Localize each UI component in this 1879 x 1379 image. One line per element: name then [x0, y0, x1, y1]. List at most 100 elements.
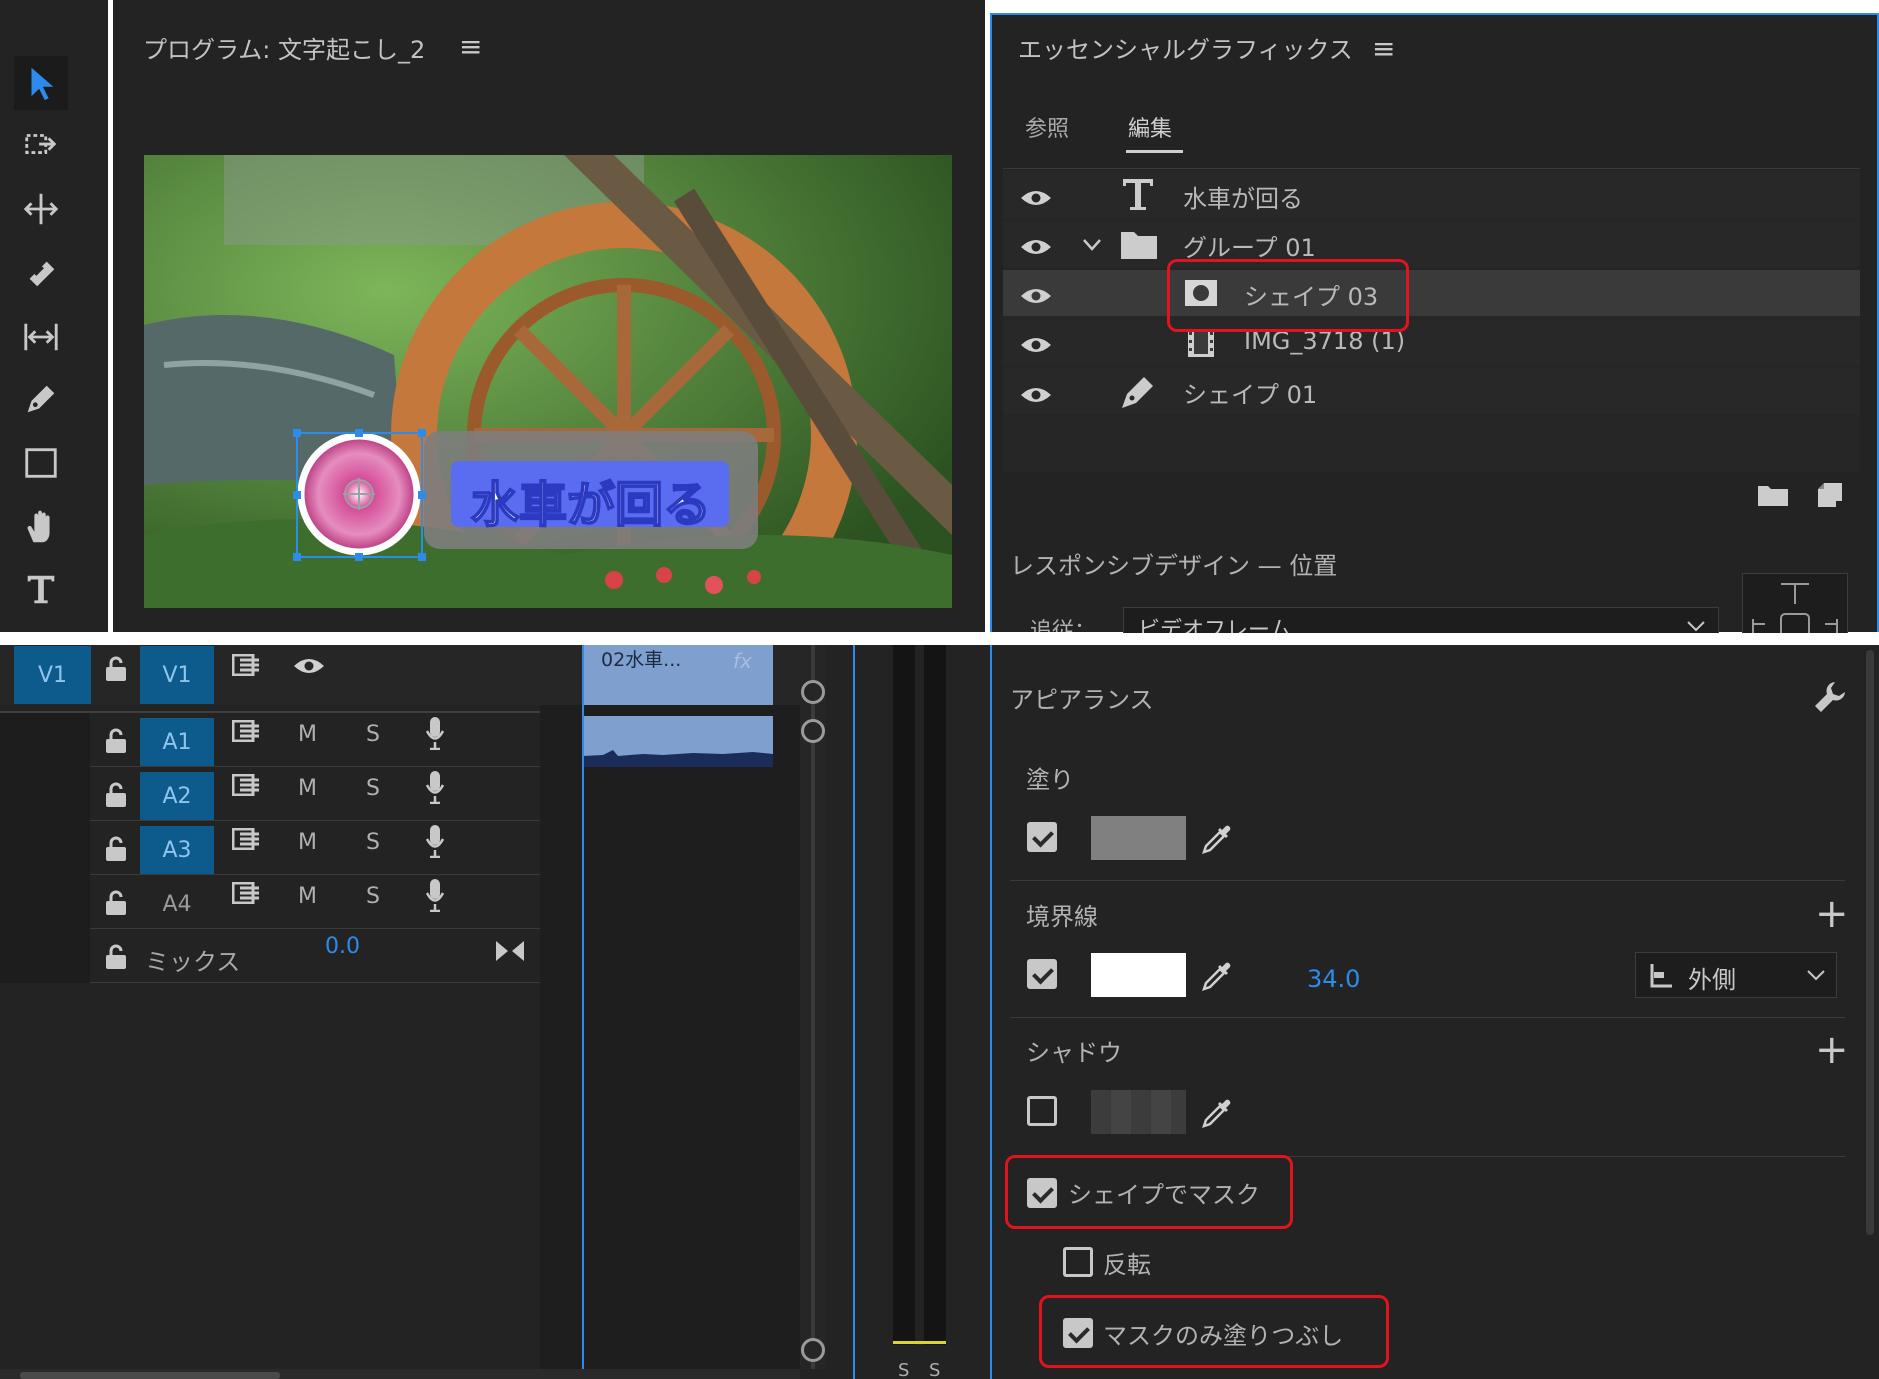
fill-label: 塗り: [1026, 766, 1074, 794]
tab-edit[interactable]: 編集: [1128, 111, 1172, 143]
eye-icon[interactable]: [1020, 237, 1052, 257]
target-track-v1[interactable]: V1: [140, 646, 214, 704]
audio-meter-right: [924, 645, 946, 1345]
layer-label-text: 水車が回る: [1183, 185, 1303, 213]
eyedropper-icon[interactable]: [1200, 1096, 1234, 1130]
shadow-color-swatch[interactable]: [1091, 1090, 1186, 1134]
essential-menu-icon[interactable]: ≡: [1372, 32, 1395, 65]
stroke-position-dropdown[interactable]: 外側: [1635, 952, 1837, 998]
new-group-folder-icon[interactable]: [1757, 483, 1789, 507]
chevron-down-icon: [1687, 621, 1705, 632]
sync-lock-icon[interactable]: [232, 654, 260, 676]
lock-icon[interactable]: [105, 836, 127, 862]
fill-checkbox[interactable]: [1027, 822, 1057, 852]
solo-button[interactable]: S: [366, 722, 380, 747]
fill-color-swatch[interactable]: [1091, 816, 1186, 860]
lock-icon[interactable]: [105, 890, 127, 916]
selection-tool-icon[interactable]: [14, 56, 68, 110]
eye-icon[interactable]: [1020, 385, 1052, 405]
microphone-icon[interactable]: [425, 770, 445, 804]
solo-button[interactable]: S: [366, 776, 380, 801]
mute-button[interactable]: M: [298, 830, 317, 855]
type-tool-icon[interactable]: [14, 562, 68, 616]
mix-value[interactable]: 0.0: [325, 934, 360, 959]
chevron-down-icon[interactable]: [1082, 238, 1102, 252]
eye-icon[interactable]: [1020, 286, 1052, 306]
sync-lock-icon[interactable]: [232, 828, 260, 850]
shadow-label: シャドウ: [1026, 1039, 1122, 1067]
layer-label-group: グループ 01: [1183, 234, 1316, 262]
solo-button[interactable]: S: [366, 884, 380, 909]
slip-tool-icon[interactable]: [14, 310, 68, 364]
invert-checkbox[interactable]: [1063, 1247, 1093, 1277]
tab-edit-underline: [1126, 150, 1183, 153]
video-clip-label: 02水車...: [601, 649, 682, 671]
microphone-icon[interactable]: [425, 824, 445, 858]
solo-button[interactable]: S: [366, 830, 380, 855]
pin-position-widget[interactable]: [1742, 573, 1848, 633]
meter-solo-right[interactable]: S: [929, 1360, 940, 1379]
tab-browse[interactable]: 参照: [1025, 111, 1069, 143]
text-layer-icon: [1123, 179, 1153, 210]
mute-button[interactable]: M: [298, 776, 317, 801]
eye-icon[interactable]: [293, 656, 325, 676]
layer-row-image[interactable]: [1003, 319, 1860, 365]
layer-row-shape03[interactable]: [1003, 270, 1860, 316]
video-frame[interactable]: 水車が回る: [144, 155, 952, 608]
ripple-edit-tool-icon[interactable]: [14, 182, 68, 236]
video-image: [144, 155, 952, 608]
appearance-scrollbar[interactable]: [1866, 650, 1874, 1235]
stroke-checkbox[interactable]: [1027, 959, 1057, 989]
rectangle-tool-icon[interactable]: [14, 436, 68, 490]
stroke-label: 境界線: [1026, 903, 1098, 931]
meter-solo-left[interactable]: S: [898, 1360, 909, 1379]
razor-tool-icon[interactable]: [14, 246, 68, 300]
track-a4[interactable]: A4: [140, 880, 214, 928]
mix-pan-icon[interactable]: [495, 940, 525, 962]
lock-icon[interactable]: [105, 728, 127, 754]
wrench-icon[interactable]: [1813, 680, 1847, 714]
highlight-mask-fill-only: [1039, 1295, 1389, 1368]
eye-icon[interactable]: [1020, 188, 1052, 208]
stroke-width-value[interactable]: 34.0: [1307, 965, 1360, 993]
sync-lock-icon[interactable]: [232, 720, 260, 742]
scroll-handle-bottom[interactable]: [801, 1338, 825, 1362]
microphone-icon[interactable]: [425, 716, 445, 750]
add-shadow-button[interactable]: +: [1815, 1030, 1849, 1070]
lock-icon[interactable]: [105, 656, 127, 682]
lock-icon[interactable]: [105, 782, 127, 808]
eyedropper-icon[interactable]: [1200, 959, 1234, 993]
eye-icon[interactable]: [1020, 335, 1052, 355]
program-monitor-title: プログラム: 文字起こし_2: [143, 36, 426, 64]
audio-clip[interactable]: [583, 716, 773, 767]
eyedropper-icon[interactable]: [1200, 822, 1234, 856]
mute-button[interactable]: M: [298, 884, 317, 909]
track-a2[interactable]: A2: [140, 772, 214, 820]
program-menu-icon[interactable]: ≡: [459, 30, 482, 63]
track-select-tool-icon[interactable]: [14, 118, 68, 172]
pen-tool-icon[interactable]: [14, 372, 68, 426]
playhead[interactable]: [582, 645, 584, 1369]
mix-label: ミックス: [145, 948, 241, 976]
sync-lock-icon[interactable]: [232, 774, 260, 796]
video-clip[interactable]: 02水車... fx: [583, 645, 773, 705]
tools-panel: [0, 0, 108, 632]
follow-label: 追従：: [1030, 619, 1097, 632]
shadow-checkbox[interactable]: [1027, 1096, 1057, 1126]
new-layer-icon[interactable]: [1816, 481, 1844, 509]
fx-badge[interactable]: fx: [733, 649, 752, 673]
lock-icon[interactable]: [105, 944, 127, 970]
follow-dropdown[interactable]: ビデオフレーム: [1123, 607, 1719, 633]
add-stroke-button[interactable]: +: [1815, 894, 1849, 934]
invert-label: 反転: [1103, 1251, 1151, 1279]
scroll-handle-middle[interactable]: [801, 719, 825, 743]
microphone-icon[interactable]: [425, 878, 445, 912]
hand-tool-icon[interactable]: [14, 500, 68, 554]
stroke-color-swatch[interactable]: [1091, 953, 1186, 997]
track-a1[interactable]: A1: [140, 718, 214, 766]
scroll-handle-top[interactable]: [801, 680, 825, 704]
track-a3[interactable]: A3: [140, 826, 214, 874]
sync-lock-icon[interactable]: [232, 882, 260, 904]
source-track-v1[interactable]: V1: [14, 646, 91, 704]
mute-button[interactable]: M: [298, 722, 317, 747]
